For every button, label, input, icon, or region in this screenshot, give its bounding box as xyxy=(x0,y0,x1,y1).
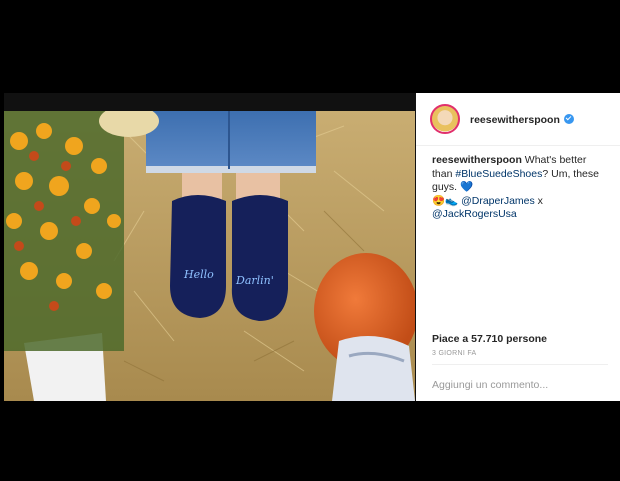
caption-hashtag[interactable]: #BlueSuedeShoes xyxy=(455,168,542,180)
avatar[interactable] xyxy=(430,104,460,134)
verified-badge-icon xyxy=(563,113,574,124)
heart-eyes-shoe-emoji: 😍👟 xyxy=(432,194,459,207)
caption-mention-1[interactable]: @DraperJames xyxy=(461,195,535,207)
post-caption: reesewitherspoon What's better than #Blu… xyxy=(416,146,620,222)
divider xyxy=(432,364,608,365)
post-photo[interactable]: Hello Darlin' xyxy=(4,111,415,401)
username-link[interactable]: reesewitherspoon xyxy=(470,113,574,126)
add-comment-input[interactable]: Aggiungi un commento... xyxy=(432,379,548,391)
post-time-ago[interactable]: 3 GIORNI FA xyxy=(432,350,477,357)
username-text[interactable]: reesewitherspoon xyxy=(470,114,560,126)
post-header: reesewitherspoon xyxy=(416,93,620,146)
caption-text-3: x xyxy=(534,194,543,207)
caption-mention-2[interactable]: @JackRogersUsa xyxy=(432,208,517,220)
shoe-left-text: Hello xyxy=(183,268,214,281)
shoe-right-text: Darlin' xyxy=(235,274,274,287)
caption-username[interactable]: reesewitherspoon xyxy=(432,154,522,166)
post-modal: Hello Darlin' reesewitherspoon reesewith… xyxy=(4,93,620,401)
photo-illustration: Hello Darlin' xyxy=(4,111,415,401)
post-side-panel: reesewitherspoon reesewitherspoon What's… xyxy=(416,93,620,401)
blue-heart-emoji: 💙 xyxy=(460,181,474,193)
likes-count[interactable]: Piace a 57.710 persone xyxy=(432,333,547,345)
